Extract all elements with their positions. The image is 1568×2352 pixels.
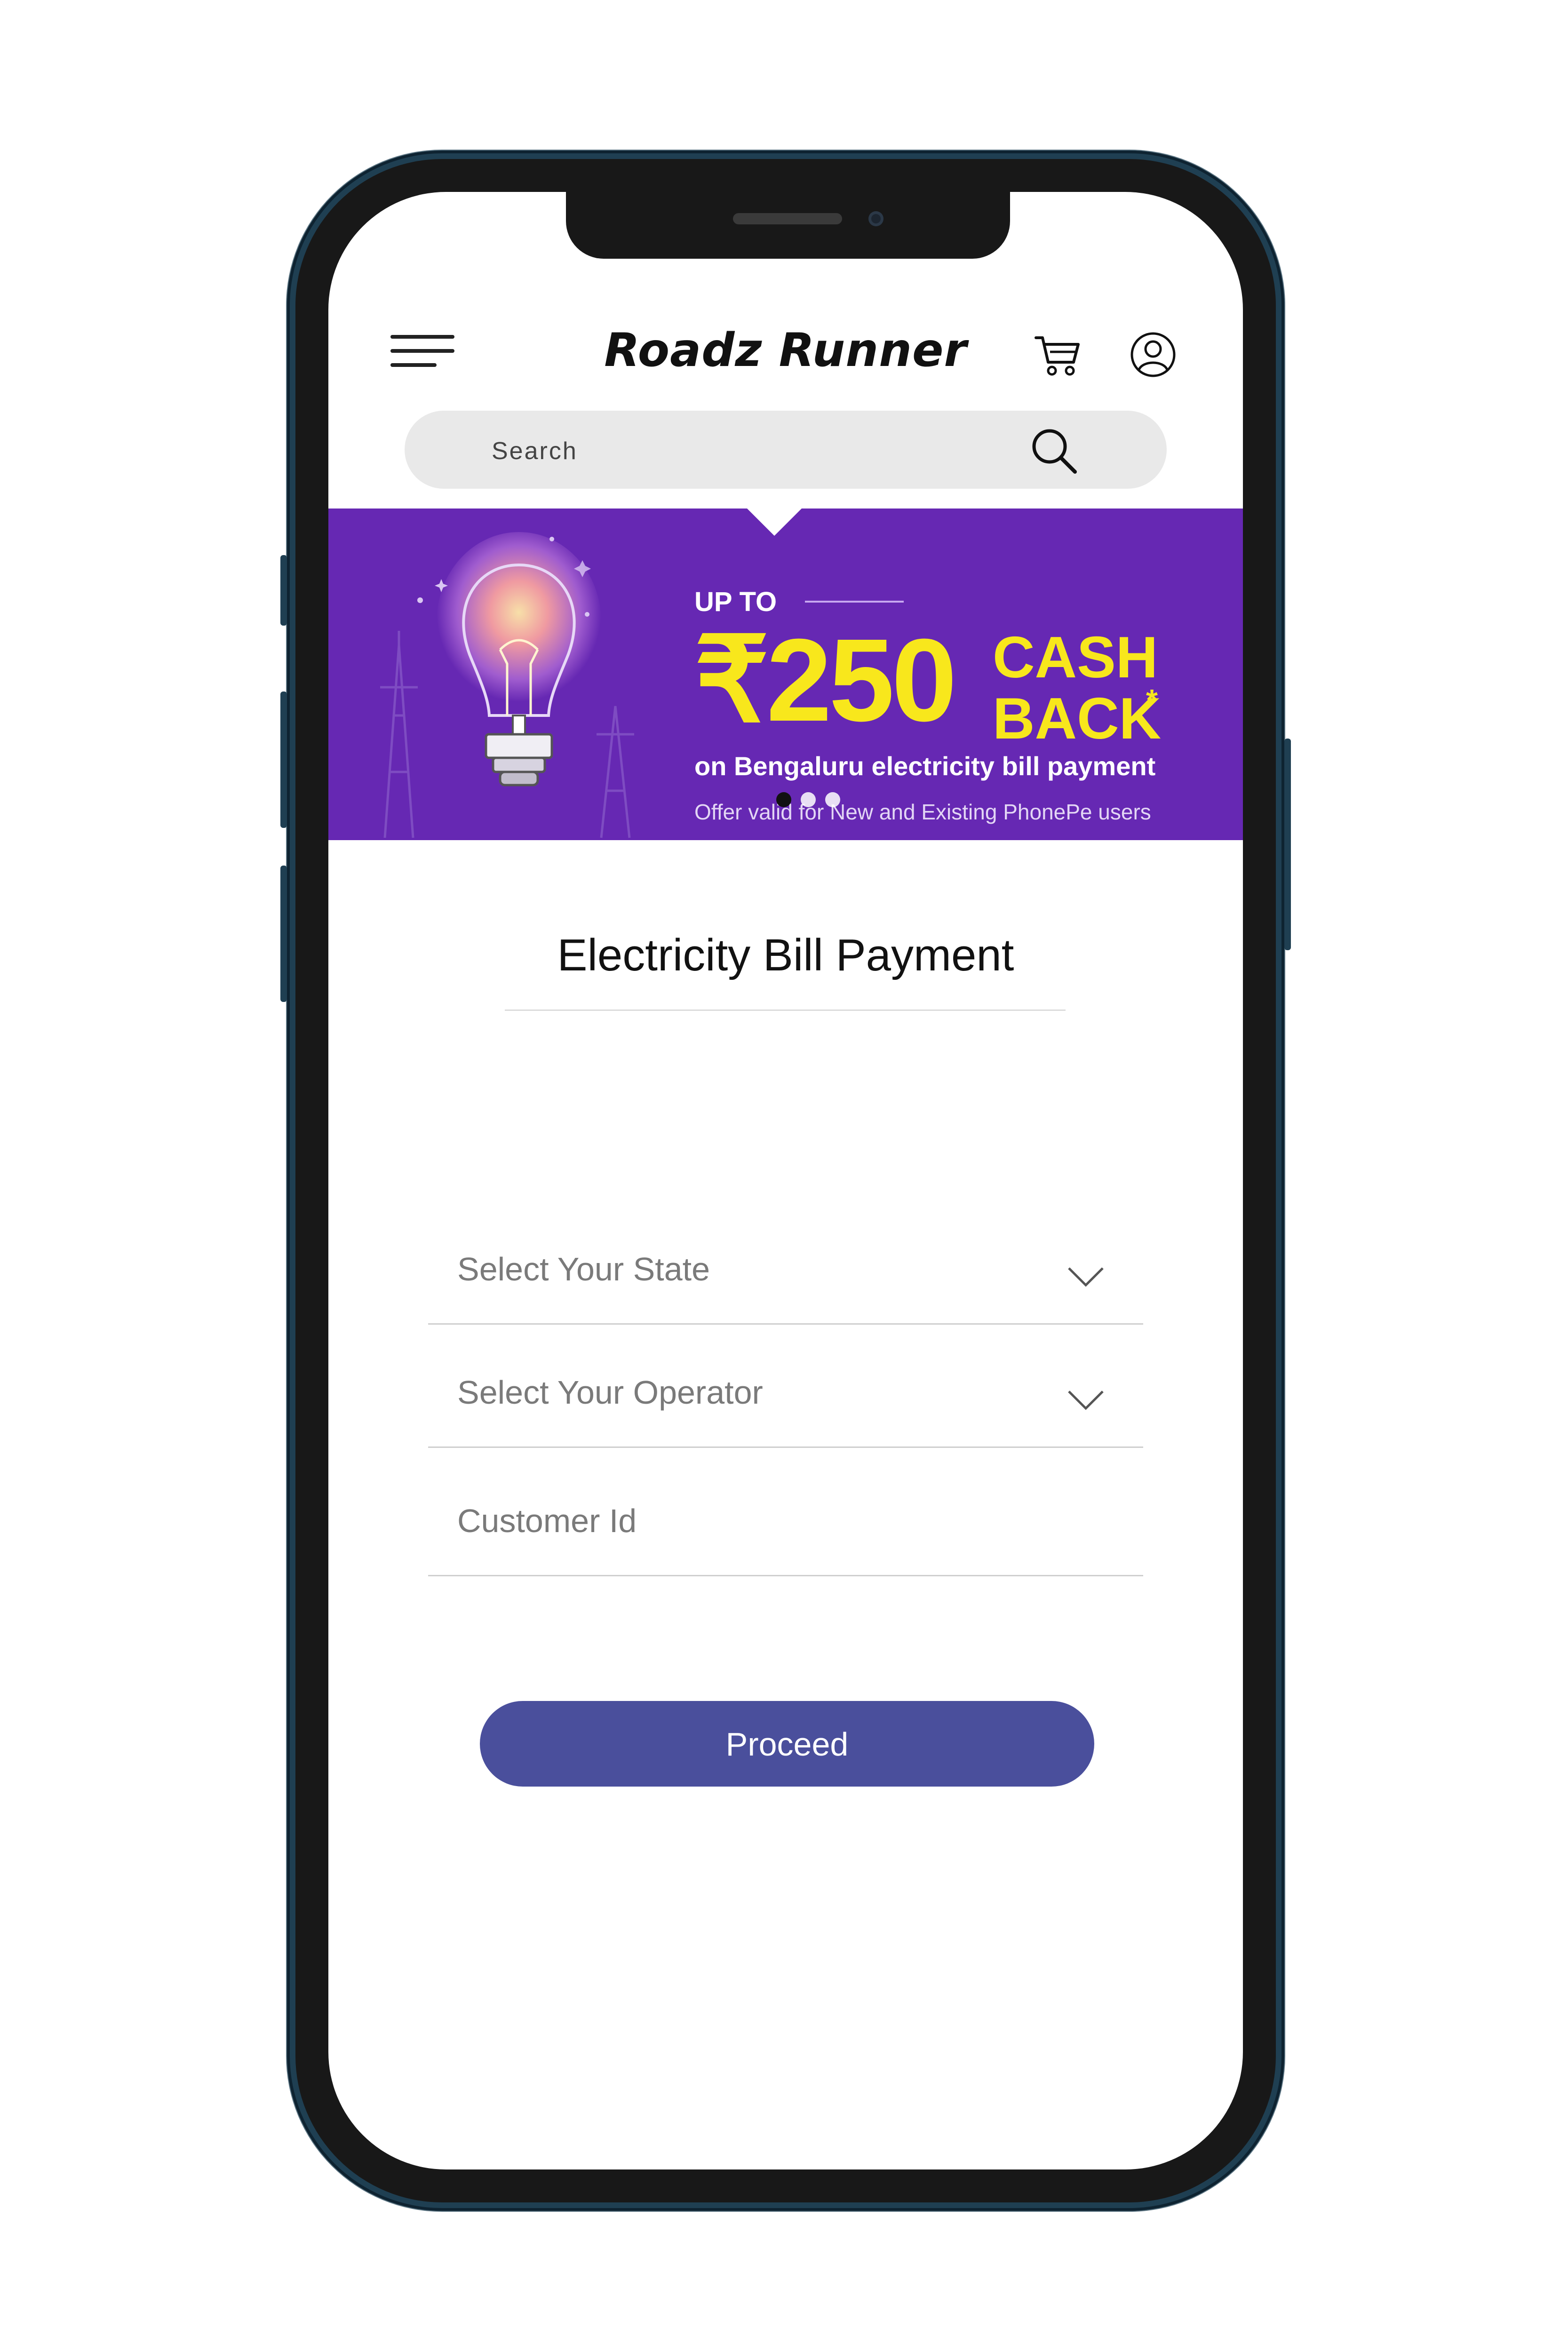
speaker-grille: [733, 213, 842, 224]
promo-offer-note: Offer valid for New and Existing PhonePe…: [694, 800, 1151, 824]
operator-select-underline: [428, 1446, 1143, 1448]
carousel-dot[interactable]: [776, 792, 791, 807]
cart-icon[interactable]: [1034, 333, 1081, 378]
promo-back: BACK: [993, 686, 1162, 751]
banner-pointer: [747, 509, 802, 536]
light-bulb-illustration: [380, 532, 634, 838]
search-input[interactable]: Search: [492, 437, 578, 465]
carousel-dot[interactable]: [801, 792, 816, 807]
side-button-volume-down: [280, 866, 287, 1002]
promo-description: on Bengaluru electricity bill payment: [694, 751, 1156, 781]
promo-asterisk: *: [1146, 683, 1158, 717]
state-select-label: Select Your State: [457, 1251, 710, 1287]
carousel-dot[interactable]: [825, 792, 840, 807]
chevron-down-icon: [1068, 1391, 1104, 1410]
promo-divider: [805, 601, 904, 603]
side-button-mute: [280, 555, 287, 626]
promo-amount: ₹250: [694, 614, 957, 746]
search-icon[interactable]: [1028, 425, 1080, 477]
state-select-underline: [428, 1323, 1143, 1325]
proceed-button[interactable]: Proceed: [480, 1701, 1094, 1787]
state-select[interactable]: Select Your State: [428, 1250, 1143, 1326]
front-camera: [868, 211, 883, 226]
chevron-down-icon: [1068, 1267, 1104, 1287]
customer-id-underline: [428, 1575, 1143, 1576]
search-bar[interactable]: Search: [405, 411, 1167, 489]
operator-select[interactable]: Select Your Operator: [428, 1374, 1143, 1449]
promo-up-to: UP TO: [694, 587, 777, 617]
page-title: Electricity Bill Payment: [557, 930, 1014, 980]
side-button-power: [1284, 739, 1291, 950]
notch: [566, 192, 1010, 259]
account-icon[interactable]: [1130, 331, 1177, 378]
screen: Roadz Runner Search UP TO ₹250 CASH BACK…: [328, 192, 1243, 2169]
customer-id-placeholder[interactable]: Customer Id: [457, 1502, 637, 1540]
promo-banner[interactable]: UP TO ₹250 CASH BACK * on Bengaluru elec…: [328, 509, 1243, 840]
phone-frame: Roadz Runner Search UP TO ₹250 CASH BACK…: [280, 151, 1291, 2211]
promo-cash: CASH: [993, 625, 1158, 690]
side-button-volume-up: [280, 691, 287, 828]
app-title: Roadz Runner: [604, 324, 967, 377]
customer-id-field[interactable]: Customer Id: [428, 1502, 1143, 1577]
title-divider: [505, 1009, 1066, 1011]
operator-select-label: Select Your Operator: [457, 1374, 763, 1411]
